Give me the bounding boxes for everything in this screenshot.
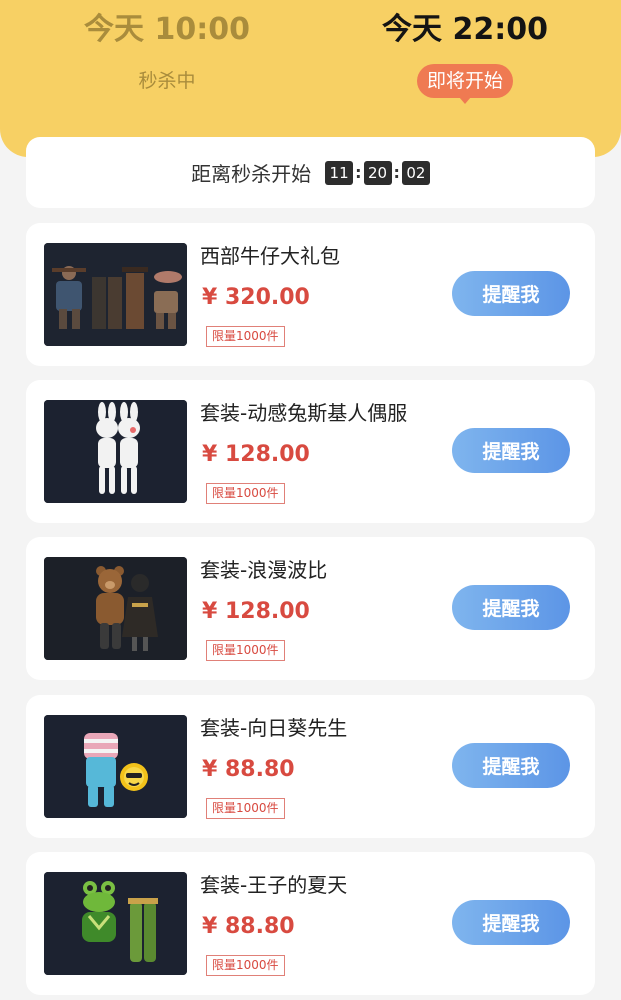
- product-card[interactable]: 套装-王子的夏天 ¥ 88.80 限量1000件 提醒我: [26, 852, 595, 995]
- cowboy-outfits-image: [44, 243, 187, 346]
- product-name: 西部牛仔大礼包: [200, 244, 340, 268]
- countdown-card: 距离秒杀开始 11 : 20 : 02: [26, 137, 595, 208]
- product-name: 套装-浪漫波比: [200, 558, 328, 582]
- header-banner: 今天 10:00 秒杀中 今天 22:00 即将开始: [0, 0, 621, 157]
- product-name: 套装-王子的夏天: [200, 873, 348, 897]
- timeslot-evening[interactable]: 今天 22:00 即将开始: [345, 10, 585, 104]
- product-price: ¥ 128.00: [202, 599, 310, 624]
- limit-badge: 限量1000件: [206, 640, 285, 661]
- countdown-separator: :: [393, 163, 400, 182]
- upcoming-badge: 即将开始: [416, 64, 513, 104]
- timeslot-status: 秒杀中: [138, 70, 196, 92]
- bear-couple-image: [44, 557, 187, 660]
- sunflower-outfit-image: [44, 715, 187, 818]
- product-card[interactable]: 西部牛仔大礼包 ¥ 320.00 限量1000件 提醒我: [26, 223, 595, 366]
- product-name: 套装-向日葵先生: [200, 716, 348, 740]
- product-card[interactable]: 套装-动感兔斯基人偶服 ¥ 128.00 限量1000件 提醒我: [26, 380, 595, 523]
- product-price: ¥ 88.80: [202, 757, 295, 782]
- product-price: ¥ 128.00: [202, 442, 310, 467]
- limit-badge: 限量1000件: [206, 798, 285, 819]
- rabbit-costume-image: [44, 400, 187, 503]
- remind-me-button[interactable]: 提醒我: [452, 428, 570, 473]
- countdown-minutes: 20: [363, 160, 392, 185]
- limit-badge: 限量1000件: [206, 955, 285, 976]
- product-price: ¥ 88.80: [202, 914, 295, 939]
- timeslot-time: 今天 10:00: [84, 12, 250, 47]
- remind-me-button[interactable]: 提醒我: [452, 743, 570, 788]
- timeslot-morning[interactable]: 今天 10:00 秒杀中: [47, 10, 287, 94]
- limit-badge: 限量1000件: [206, 326, 285, 347]
- product-price: ¥ 320.00: [202, 285, 310, 310]
- countdown-seconds: 02: [401, 160, 430, 185]
- remind-me-button[interactable]: 提醒我: [452, 900, 570, 945]
- timeslot-time: 今天 22:00: [382, 12, 548, 47]
- product-card[interactable]: 套装-浪漫波比 ¥ 128.00 限量1000件 提醒我: [26, 537, 595, 680]
- remind-me-button[interactable]: 提醒我: [452, 271, 570, 316]
- countdown-separator: :: [355, 163, 362, 182]
- countdown-hours: 11: [325, 160, 354, 185]
- frog-prince-image: [44, 872, 187, 975]
- product-card[interactable]: 套装-向日葵先生 ¥ 88.80 限量1000件 提醒我: [26, 695, 595, 838]
- product-name: 套装-动感兔斯基人偶服: [200, 401, 408, 425]
- remind-me-button[interactable]: 提醒我: [452, 585, 570, 630]
- limit-badge: 限量1000件: [206, 483, 285, 504]
- countdown-label: 距离秒杀开始: [191, 162, 312, 186]
